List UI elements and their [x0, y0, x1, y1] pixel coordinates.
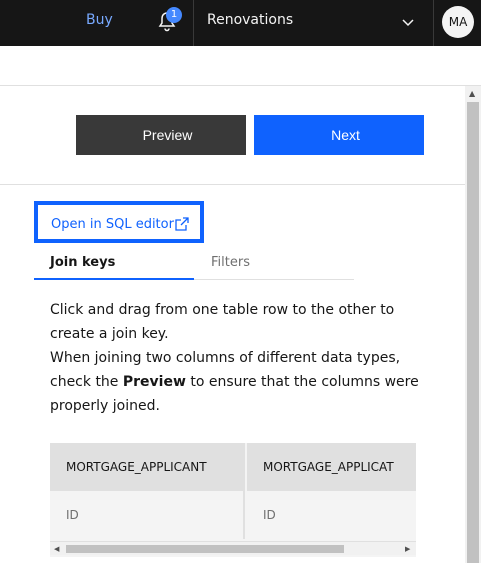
join-table: MORTGAGE_APPLICANT MORTGAGE_APPLICAT ID … — [50, 443, 416, 557]
section-divider — [0, 184, 465, 185]
chevron-down-icon[interactable] — [400, 14, 416, 30]
table-row-cell[interactable]: ID — [50, 491, 245, 539]
open-sql-editor-link[interactable]: Open in SQL editor — [51, 217, 174, 232]
scroll-left-arrow-icon[interactable]: ◀ — [54, 545, 59, 553]
tab-join-keys[interactable]: Join keys — [34, 246, 194, 280]
instructions-preview-bold: Preview — [122, 374, 186, 390]
instructions-line-1: Click and drag from one table row to the… — [50, 302, 395, 342]
table-header-cell: MORTGAGE_APPLICANT — [50, 443, 245, 491]
join-panel: Preview Next Open in SQL editor Join key… — [0, 86, 465, 563]
horizontal-scroll-thumb[interactable] — [66, 545, 344, 553]
project-selector[interactable]: Renovations — [207, 12, 293, 28]
preview-button[interactable]: Preview — [76, 115, 246, 155]
buy-link[interactable]: Buy — [86, 12, 113, 28]
table-row-cell[interactable]: ID — [247, 491, 416, 539]
external-link-icon[interactable] — [174, 216, 190, 232]
table-header-cell: MORTGAGE_APPLICAT — [247, 443, 416, 491]
notification-count-badge: 1 — [166, 7, 182, 23]
vertical-scrollbar[interactable]: ▲ — [465, 86, 481, 563]
scroll-right-arrow-icon[interactable]: ▶ — [405, 545, 410, 553]
horizontal-scrollbar[interactable]: ◀ ▶ — [50, 541, 416, 555]
instructions-text: Click and drag from one table row to the… — [50, 298, 420, 418]
next-button[interactable]: Next — [254, 115, 424, 155]
header-divider — [193, 0, 194, 46]
tab-filters[interactable]: Filters — [194, 246, 354, 280]
top-nav-bar: Buy 1 Renovations MA — [0, 0, 481, 46]
user-avatar[interactable]: MA — [442, 6, 474, 38]
header-divider — [433, 0, 434, 46]
vertical-scroll-thumb[interactable] — [467, 102, 479, 563]
scroll-up-arrow-icon[interactable]: ▲ — [469, 89, 475, 98]
sub-header — [0, 46, 481, 86]
